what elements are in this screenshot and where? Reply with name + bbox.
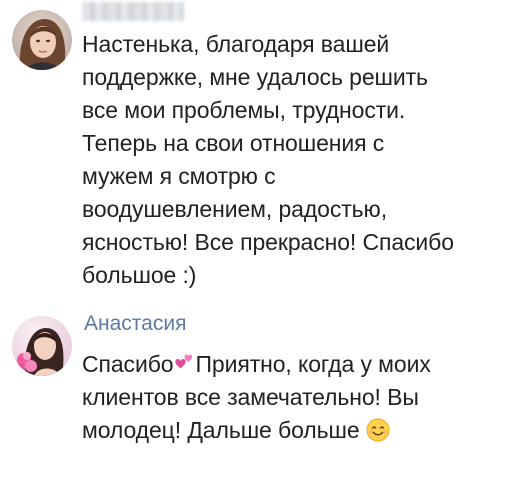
- message-line: мужем я смотрю с: [82, 163, 276, 189]
- message-line: Теперь на свои отношения с: [82, 130, 385, 156]
- blurred-author-name: [82, 2, 184, 21]
- user-avatar-woman-icon[interactable]: [12, 10, 72, 70]
- message-line: Спасибо Приятно, когда у моих: [82, 348, 431, 381]
- message-2-text: Спасибо Приятно, когда у моих клиентов вс…: [82, 348, 431, 447]
- message-line: молодец! Дальше больше: [82, 414, 431, 447]
- message-line: ясностью! Все прекрасно! Спасибо: [82, 229, 454, 255]
- message-text-part: Приятно, когда у моих: [195, 351, 431, 377]
- message-line: Настенька, благодаря вашей: [82, 31, 390, 57]
- message-line: поддержке, мне удалось решить: [82, 64, 428, 90]
- message-line: воодушевлением, радостью,: [82, 196, 387, 222]
- message-1-text: Настенька, благодаря вашей поддержке, мн…: [82, 28, 454, 292]
- author-name[interactable]: Анастасия: [84, 312, 186, 336]
- smiling-face-icon: [366, 418, 390, 442]
- message-line: все мои проблемы, трудности.: [82, 97, 406, 123]
- message-text-part: Спасибо: [82, 351, 174, 377]
- user-avatar-anastasia-icon[interactable]: [12, 316, 72, 376]
- message-line: большое :): [82, 262, 197, 288]
- message-line: клиентов все замечательно! Вы: [82, 384, 419, 410]
- message-text-part: молодец! Дальше больше: [82, 417, 360, 443]
- pink-hearts-icon: [173, 350, 195, 372]
